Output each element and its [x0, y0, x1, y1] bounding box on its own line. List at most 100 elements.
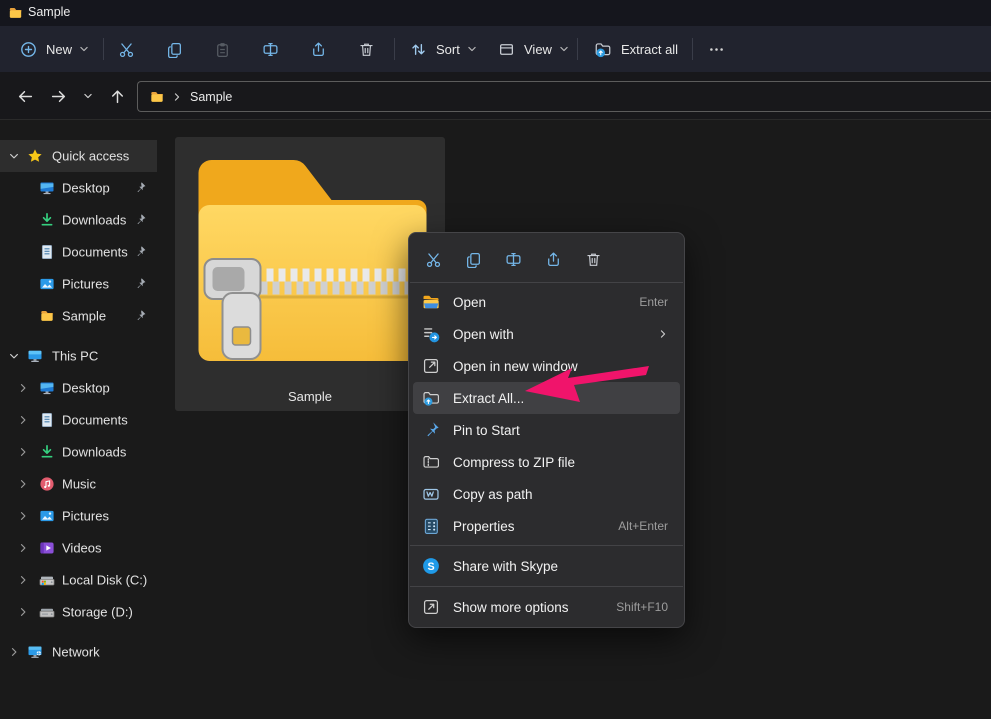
desktop-icon [39, 380, 55, 396]
sidebar-item-downloads[interactable]: Downloads [0, 204, 157, 236]
paste-button[interactable] [202, 31, 242, 67]
sidebar-item-desktop[interactable]: Desktop [0, 172, 157, 204]
mopenwith-icon [422, 325, 440, 343]
sidebar-item-pictures[interactable]: Pictures [0, 268, 157, 300]
downloads-icon [39, 444, 55, 460]
delete-button[interactable] [346, 31, 386, 67]
sort-button[interactable]: Sort [402, 31, 485, 67]
menu-item-compress-to-zip-file[interactable]: Compress to ZIP file [413, 446, 680, 478]
location-folder-icon [149, 90, 165, 104]
delete-icon [358, 41, 375, 58]
clipboard-button-group [106, 26, 386, 72]
view-button-label: View [524, 41, 552, 57]
mopen-icon [422, 293, 440, 311]
diskc-icon [39, 572, 55, 588]
forward-button[interactable] [43, 81, 73, 111]
new-button[interactable]: New [12, 31, 97, 67]
rename-button[interactable] [250, 31, 290, 67]
toolbar-divider [692, 38, 693, 60]
pictures-icon [39, 276, 55, 292]
svg-text:S: S [427, 561, 434, 573]
context-menu: Open Enter Open with Open in new window Extr… [408, 232, 685, 628]
chevron-down-icon[interactable] [8, 350, 20, 362]
share-button[interactable] [298, 31, 338, 67]
chevron-right-icon[interactable] [17, 510, 29, 522]
sidebar-item-desktop[interactable]: Desktop [0, 372, 157, 404]
desktop-icon [39, 180, 55, 196]
menu-item-pin-to-start[interactable]: Pin to Start [413, 414, 680, 446]
menu-item-open-in-new-window[interactable]: Open in new window [413, 350, 680, 382]
menu-item-open-with[interactable]: Open with [413, 318, 680, 350]
menu-item-copy-as-path[interactable]: Copy as path [413, 478, 680, 510]
address-bar[interactable]: Sample [137, 81, 991, 112]
menu-divider [410, 545, 683, 546]
file-tile-sample-zip[interactable]: Sample [175, 137, 445, 411]
more-options-button[interactable] [698, 31, 734, 67]
forward-arrow-icon [50, 88, 67, 105]
toolbar-divider [577, 38, 578, 60]
folder-icon [39, 309, 55, 323]
sidebar-item-pictures[interactable]: Pictures [0, 500, 157, 532]
context-cut-button[interactable] [415, 243, 451, 275]
menu-item-open[interactable]: Open Enter [413, 286, 680, 318]
documents-icon [39, 244, 55, 260]
menu-item-properties[interactable]: Properties Alt+Enter [413, 510, 680, 542]
recent-locations-button[interactable] [73, 81, 103, 111]
menu-divider [410, 282, 683, 283]
sidebar-item-sample[interactable]: Sample [0, 300, 157, 332]
videos-icon [39, 540, 55, 556]
context-rename-button[interactable] [495, 243, 531, 275]
pin-icon [134, 182, 147, 195]
chevron-right-icon[interactable] [17, 478, 29, 490]
sidebar-section-this-pc[interactable]: This PC [0, 340, 157, 372]
chevron-right-icon[interactable] [17, 606, 29, 618]
extract-all-button-label: Extract all [621, 41, 679, 57]
star-icon [27, 148, 43, 164]
cut-button[interactable] [106, 31, 146, 67]
chevron-right-icon[interactable] [17, 382, 29, 394]
breadcrumb-location[interactable]: Sample [190, 90, 232, 104]
context-delete-button[interactable] [575, 243, 611, 275]
title-bar: Sample [0, 0, 991, 26]
menu-item-show-more-options[interactable]: Show more options Shift+F10 [413, 590, 680, 624]
sidebar-item-documents[interactable]: Documents [0, 404, 157, 436]
window-folder-icon [8, 6, 23, 19]
network-icon [27, 644, 43, 660]
chevron-down-icon [83, 91, 93, 101]
back-button[interactable] [10, 81, 40, 111]
sidebar-item-videos[interactable]: Videos [0, 532, 157, 564]
rename-icon [262, 41, 279, 58]
pin-icon [134, 246, 147, 259]
mpin-icon [422, 421, 440, 439]
chevron-right-icon[interactable] [17, 446, 29, 458]
sidebar-section-quick-access[interactable]: Quick access [0, 140, 157, 172]
new-button-label: New [46, 41, 73, 57]
pin-icon [134, 310, 147, 323]
chevron-right-icon[interactable] [17, 414, 29, 426]
downloads-icon [39, 212, 55, 228]
extract-all-button[interactable]: Extract all [586, 31, 693, 67]
context-share-button[interactable] [535, 243, 571, 275]
context-copy-button[interactable] [455, 243, 491, 275]
sidebar-item-downloads[interactable]: Downloads [0, 436, 157, 468]
chevron-right-icon[interactable] [8, 646, 20, 658]
chevron-right-icon[interactable] [17, 542, 29, 554]
copy-button[interactable] [154, 31, 194, 67]
sidebar-item-local-disk-c[interactable]: Local Disk (C:) [0, 564, 157, 596]
up-button[interactable] [102, 81, 132, 111]
menu-item-share-with-skype[interactable]: S Share with Skype [413, 549, 680, 583]
sort-icon [410, 41, 427, 58]
cut-icon [425, 251, 442, 268]
sidebar-item-storage-d[interactable]: Storage (D:) [0, 596, 157, 628]
sidebar-section-network[interactable]: Network [0, 636, 157, 668]
sidebar-item-music[interactable]: Music [0, 468, 157, 500]
sort-button-label: Sort [436, 41, 460, 57]
chevron-down-icon [467, 44, 477, 54]
context-menu-quick-actions [409, 239, 684, 279]
chevron-right-icon[interactable] [17, 574, 29, 586]
share-icon [545, 251, 562, 268]
chevron-down-icon[interactable] [8, 150, 20, 162]
sidebar-item-documents[interactable]: Documents [0, 236, 157, 268]
menu-item-extract-all[interactable]: Extract All... [413, 382, 680, 414]
view-button[interactable]: View [490, 31, 577, 67]
